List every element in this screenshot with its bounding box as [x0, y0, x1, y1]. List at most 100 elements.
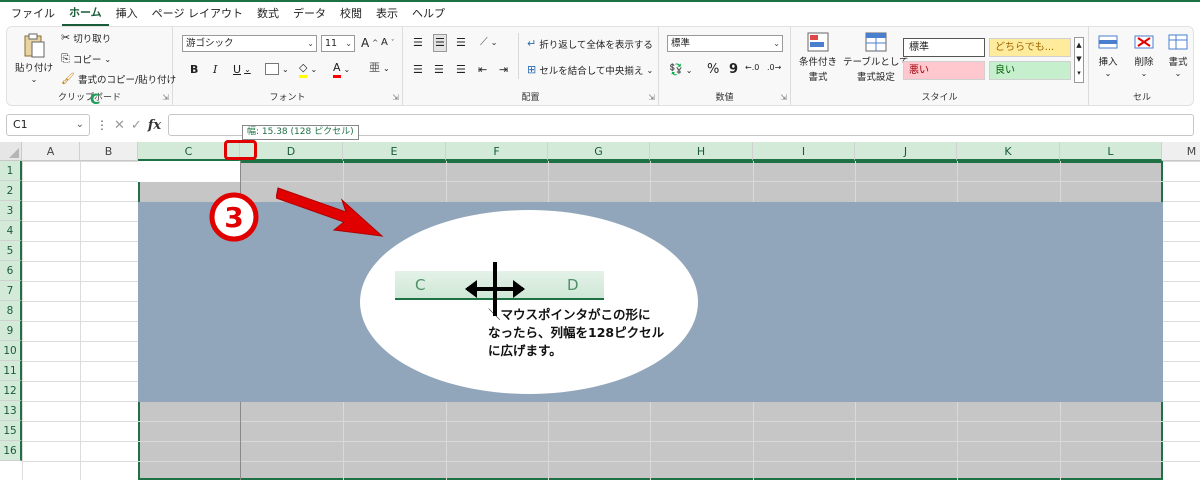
chevron-up-icon[interactable]: ▲: [1075, 38, 1083, 52]
accounting-button[interactable]: 💱 ⌄: [669, 63, 692, 77]
insert-cells-button[interactable]: 挿入 ⌄: [1097, 31, 1119, 78]
delete-cells-button[interactable]: 削除 ⌄: [1133, 31, 1155, 78]
row-header-3[interactable]: 3: [0, 201, 22, 221]
menu-review[interactable]: 校閲: [333, 3, 369, 25]
decrease-decimal-button[interactable]: .0→: [767, 63, 781, 72]
chevron-down-icon: ⌄: [685, 65, 693, 75]
fill-color-button[interactable]: ◇ ⌄: [299, 61, 317, 78]
increase-indent-button[interactable]: ⇥: [499, 63, 508, 77]
cell-style-bad[interactable]: 悪い: [903, 61, 985, 80]
paste-label: 貼り付け: [15, 63, 54, 74]
chevron-down-icon[interactable]: ▼: [1075, 52, 1083, 66]
orientation-button[interactable]: ⟋ ⌄: [480, 35, 497, 49]
step-number: 3: [224, 201, 243, 234]
gridline: [138, 461, 1163, 462]
enter-icon[interactable]: ✓: [131, 118, 142, 133]
paste-button[interactable]: 貼り付け ⌄: [15, 33, 53, 84]
select-all-button[interactable]: [0, 142, 22, 161]
comma-button[interactable]: 9: [729, 62, 738, 77]
currency-icon: 💱: [669, 63, 683, 76]
menu-insert[interactable]: 挿入: [109, 3, 145, 25]
number-format-combo[interactable]: 標準 ⌄: [667, 35, 783, 52]
align-top-button[interactable]: ☰: [413, 36, 423, 50]
column-header-a[interactable]: A: [22, 142, 80, 161]
row-header-4[interactable]: 4: [0, 221, 22, 241]
align-center-button[interactable]: ☰: [434, 63, 444, 77]
font-size-combo[interactable]: 11 ⌄: [321, 35, 355, 52]
menu-help[interactable]: ヘルプ: [405, 3, 452, 25]
align-left-button[interactable]: ☰: [413, 63, 423, 77]
row-header-5[interactable]: 5: [0, 241, 22, 261]
wrap-text-button[interactable]: ↵ 折り返して全体を表示する: [527, 37, 653, 51]
menu-page-layout[interactable]: ページ レイアウト: [145, 3, 250, 25]
font-name-combo[interactable]: 游ゴシック ⌄: [182, 35, 317, 52]
cut-button[interactable]: ✂ 切り取り: [61, 31, 111, 45]
font-color-button[interactable]: A ⌄: [333, 61, 350, 78]
cell-style-good[interactable]: 良い: [989, 61, 1071, 80]
row-header-7[interactable]: 7: [0, 281, 22, 301]
row-header-15[interactable]: 15: [0, 421, 22, 441]
column-header-k[interactable]: K: [957, 142, 1060, 161]
row-header-6[interactable]: 6: [0, 261, 22, 281]
column-header-f[interactable]: F: [446, 142, 548, 161]
menu-formulas[interactable]: 数式: [250, 3, 286, 25]
dialog-launcher-icon[interactable]: ⇲: [648, 93, 655, 102]
column-header-j[interactable]: J: [855, 142, 957, 161]
increase-decimal-button[interactable]: ←.0: [745, 63, 759, 72]
more-icon[interactable]: ▾: [1075, 66, 1083, 80]
row-header-1[interactable]: 1: [0, 161, 22, 181]
italic-button[interactable]: I: [213, 63, 217, 76]
row-header-2[interactable]: 2: [0, 181, 22, 201]
format-as-table-button[interactable]: テーブルとして 書式設定: [843, 31, 909, 83]
percent-button[interactable]: %: [707, 62, 719, 77]
decrease-indent-button[interactable]: ⇤: [478, 63, 487, 77]
scissors-icon: ✂: [61, 31, 71, 44]
column-header-m[interactable]: M: [1162, 142, 1200, 161]
name-box[interactable]: C1 ⌄: [6, 114, 90, 136]
row-header-11[interactable]: 11: [0, 361, 22, 381]
row-header-16[interactable]: 16: [0, 441, 22, 461]
cell-style-neutral[interactable]: どちらでも...: [989, 38, 1071, 57]
row-header-8[interactable]: 8: [0, 301, 22, 321]
conditional-formatting-button[interactable]: 条件付き 書式: [799, 31, 837, 83]
chevron-down-icon[interactable]: ⌄: [76, 115, 84, 135]
align-bottom-button[interactable]: ☰: [456, 36, 466, 50]
dialog-launcher-icon[interactable]: ⇲: [162, 93, 169, 102]
grow-font-button[interactable]: A ^: [361, 36, 378, 50]
gallery-scroll[interactable]: ▲ ▼ ▾: [1074, 37, 1084, 83]
active-cell-c1[interactable]: [138, 161, 240, 182]
underline-button[interactable]: U ⌄: [233, 63, 251, 76]
row-header-13[interactable]: 13: [0, 401, 22, 421]
cell-style-normal[interactable]: 標準: [903, 38, 985, 57]
phonetic-button[interactable]: 亜 ⌄: [369, 61, 390, 75]
shrink-font-button[interactable]: Aˇ: [381, 37, 394, 48]
align-middle-button[interactable]: ☰: [433, 34, 447, 52]
insert-function-button[interactable]: fx: [148, 118, 161, 133]
styles-group-label: スタイル: [921, 93, 958, 103]
bold-button[interactable]: B: [190, 63, 198, 76]
copy-button[interactable]: ⎘ コピー ⌄: [61, 52, 111, 66]
merge-center-button[interactable]: ⊞ セルを結合して中央揃え ⌄: [527, 63, 653, 77]
cancel-icon[interactable]: ✕: [114, 118, 125, 133]
column-header-i[interactable]: I: [753, 142, 855, 161]
row-header-10[interactable]: 10: [0, 341, 22, 361]
column-header-l[interactable]: L: [1060, 142, 1162, 161]
column-header-b[interactable]: B: [80, 142, 138, 161]
menu-data[interactable]: データ: [286, 3, 333, 25]
borders-button[interactable]: ⌄: [265, 63, 289, 75]
format-painter-button[interactable]: 🖌 書式のコピー/貼り付け: [61, 72, 176, 86]
dialog-launcher-icon[interactable]: ⇲: [392, 93, 399, 102]
menu-file[interactable]: ファイル: [4, 3, 62, 25]
more-icon[interactable]: ⋮: [96, 118, 108, 132]
align-right-button[interactable]: ☰: [456, 63, 466, 77]
align-top-icon: ☰: [413, 36, 423, 49]
column-header-e[interactable]: E: [343, 142, 446, 161]
dialog-launcher-icon[interactable]: ⇲: [780, 93, 787, 102]
row-header-12[interactable]: 12: [0, 381, 22, 401]
column-header-h[interactable]: H: [650, 142, 753, 161]
menu-home[interactable]: ホーム: [62, 2, 109, 26]
menu-view[interactable]: 表示: [369, 3, 405, 25]
format-cells-button[interactable]: 書式 ⌄: [1167, 31, 1189, 78]
column-header-g[interactable]: G: [548, 142, 650, 161]
row-header-9[interactable]: 9: [0, 321, 22, 341]
